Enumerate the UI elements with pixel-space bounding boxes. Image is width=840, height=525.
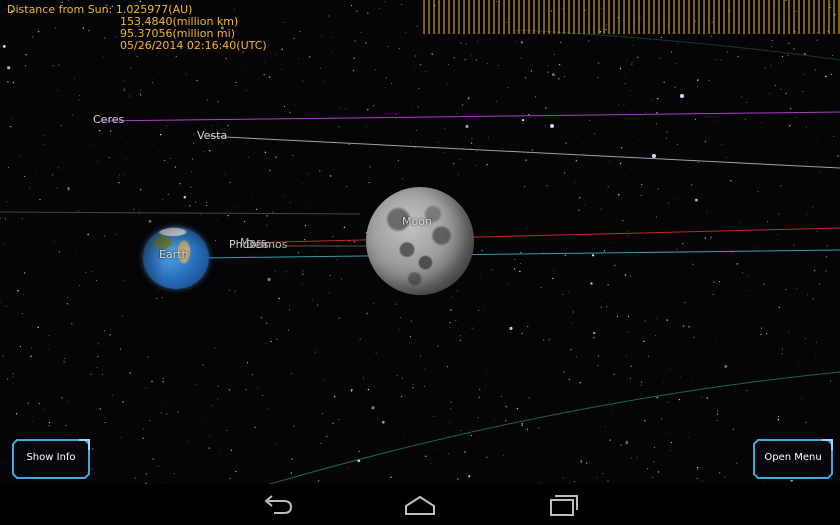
home-icon[interactable] <box>400 492 440 518</box>
datetime-text: 05/26/2014 02:16:40(UTC) <box>120 39 267 52</box>
moon-label[interactable]: Moon <box>402 215 432 228</box>
recent-apps-icon[interactable] <box>543 492 583 518</box>
earth-label[interactable]: Earth <box>159 248 189 261</box>
vesta-orbit-line <box>204 135 840 169</box>
ceres-orbit-line <box>99 111 840 122</box>
moon-body[interactable] <box>366 187 474 295</box>
open-menu-label: Open Menu <box>764 452 822 463</box>
show-info-label: Show Info <box>26 452 76 463</box>
show-info-button[interactable]: Show Info <box>11 438 91 480</box>
scale-ruler <box>423 0 840 34</box>
back-arrow-icon[interactable] <box>258 492 298 518</box>
mars-orbit-line <box>239 227 840 244</box>
ceres-label[interactable]: Ceres <box>93 113 124 126</box>
android-nav-bar <box>0 484 840 525</box>
vesta-label[interactable]: Vesta <box>197 129 227 142</box>
space-view[interactable]: Distance from Sun: 1.025977(AU) 153.4840… <box>0 0 840 484</box>
outer-orbit-line <box>0 211 361 215</box>
earth-orbit-line <box>199 249 840 259</box>
open-menu-button[interactable]: Open Menu <box>752 438 834 480</box>
deimos-label[interactable]: Deimos <box>246 238 287 251</box>
